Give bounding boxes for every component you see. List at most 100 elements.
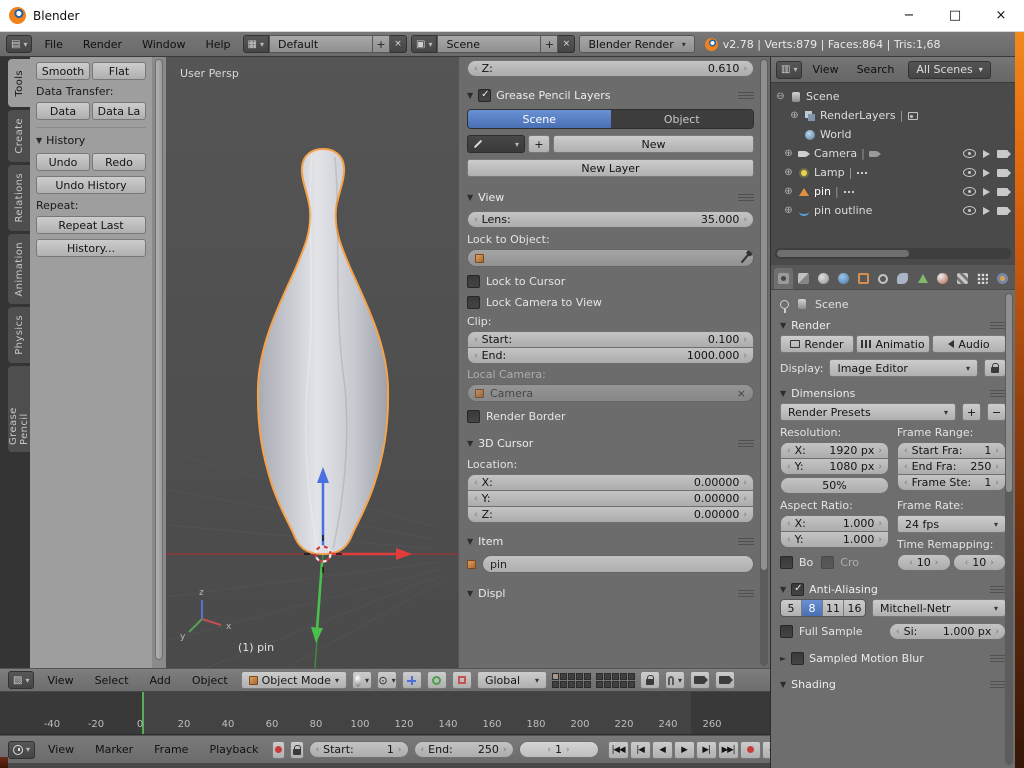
clear-icon[interactable]: × [737,387,746,400]
mode-dropdown[interactable]: Object Mode ▾ [241,671,347,689]
menu-add[interactable]: Add [142,674,179,687]
decrement-arrow-icon[interactable]: ‹ [474,510,478,520]
visibility-eye-icon[interactable] [963,149,976,158]
layer-cell[interactable] [576,681,583,688]
increment-arrow-icon[interactable]: › [743,351,747,361]
snap-toggle-button[interactable]: ▾ [665,671,685,689]
tab-world[interactable] [834,268,853,289]
render-audio-button[interactable]: Audio [932,335,1006,353]
tab-physics[interactable] [993,268,1012,289]
close-button[interactable]: × [978,0,1024,32]
aa-filter-dropdown[interactable]: Mitchell-Netr▾ [872,599,1006,617]
panel-grip-icon[interactable] [990,655,1006,663]
layer-cell[interactable] [604,681,611,688]
timeline-menu-marker[interactable]: Marker [87,743,141,756]
layer-cell[interactable] [596,681,603,688]
shade-flat-button[interactable]: Flat [92,62,146,80]
layer-cell[interactable] [628,681,635,688]
panel-grip-icon[interactable] [738,440,754,448]
next-keyframe-button[interactable]: ▶| [696,741,717,759]
panel-grip-icon[interactable] [738,590,754,598]
decrement-arrow-icon[interactable]: ‹ [474,215,478,225]
expand-icon[interactable]: ⊕ [783,186,794,197]
tab-object[interactable] [854,268,873,289]
add-preset-button[interactable]: + [962,403,981,421]
scrollbar-handle[interactable] [1006,294,1012,492]
tab-modifiers[interactable] [894,268,913,289]
layer-cell[interactable] [568,673,575,680]
display-panel-header[interactable]: ▼ Displ [467,583,754,603]
screen-layout-field[interactable]: Default [269,35,373,53]
menu-help[interactable]: Help [197,38,238,51]
scene-icon-button[interactable]: ▣▾ [411,35,437,53]
collapse-icon[interactable]: ⊖ [775,91,786,102]
visibility-eye-icon[interactable] [963,168,976,177]
renderability-camera-icon[interactable] [997,207,1008,215]
frame-step-field[interactable]: ‹Frame Ste:1› [897,474,1006,491]
menu-render[interactable]: Render [75,38,130,51]
crop-checkbox[interactable] [821,556,834,569]
item-name-field[interactable]: pin [482,555,754,573]
frame-end-field[interactable]: ‹End Fra:250› [897,458,1006,475]
motion-blur-panel-header[interactable]: ► Sampled Motion Blur [780,648,1006,668]
visibility-eye-icon[interactable] [963,206,976,215]
keying-lock-button[interactable] [290,741,304,759]
toolshelf-scrollbar[interactable] [152,57,166,668]
cursor-y-field[interactable]: ‹ Y: 0.00000 › [467,490,754,507]
border-checkbox[interactable] [780,556,793,569]
panel-grip-icon[interactable] [738,194,754,202]
tab-render[interactable] [774,268,793,289]
gizmo-y-arrow[interactable] [317,562,322,629]
view-panel-header[interactable]: ▼ View [467,187,754,207]
add-scene-button[interactable]: + [541,35,558,53]
aspect-x-field[interactable]: ‹X:1.000› [780,515,889,532]
frame-rate-dropdown[interactable]: 24 fps▾ [897,515,1006,533]
display-dropdown[interactable]: Image Editor▾ [829,359,978,377]
outliner-row-renderlayers[interactable]: ⊕ RenderLayers | [775,106,1013,125]
outliner-row-scene[interactable]: ⊖ Scene [775,87,1013,106]
timeline-ruler[interactable]: -40 -20 0 20 40 60 80 100 120 140 160 18… [0,692,770,735]
scene-field[interactable]: Scene [437,35,541,53]
timeline-menu-view[interactable]: View [40,743,82,756]
menu-select[interactable]: Select [87,674,137,687]
shade-smooth-button[interactable]: Smooth [36,62,90,80]
grease-pencil-checkbox[interactable] [478,89,491,102]
outliner-row-world[interactable]: World [775,125,1013,144]
remap-old-field[interactable]: ‹10› [897,554,951,571]
remap-new-field[interactable]: ‹10› [953,554,1007,571]
timeline-menu-playback[interactable]: Playback [201,743,266,756]
outliner-row-pin-outline[interactable]: ⊕ pin outline [775,201,1013,220]
frame-start-field[interactable]: ‹ Start: 1 › [309,741,409,758]
selectability-arrow-icon[interactable] [983,150,990,158]
properties-scrollbar[interactable] [1005,293,1013,765]
anti-aliasing-panel-header[interactable]: ▼ Anti-Aliasing [780,579,1006,599]
panel-grip-icon[interactable] [990,390,1006,398]
render-panel-header[interactable]: ▼ Render [780,315,1006,335]
panel-grip-icon[interactable] [738,538,754,546]
render-animation-button[interactable]: Animatio [856,335,930,353]
outliner-menu-view[interactable]: View [804,63,846,76]
outliner-filter-dropdown[interactable]: All Scenes ▾ [908,61,990,79]
jump-to-end-button[interactable]: ▶▶| [718,741,739,759]
gp-new-button[interactable]: New [553,135,754,153]
info-editor-type-button[interactable]: ▤▾ [6,35,32,53]
maximize-button[interactable]: □ [932,0,978,32]
increment-arrow-icon[interactable]: › [743,335,747,345]
scrollbar-handle[interactable] [761,60,767,570]
tab-material[interactable] [933,268,952,289]
resolution-percentage-slider[interactable]: 50% [780,477,889,494]
tab-object-data[interactable] [913,268,932,289]
outliner-menu-search[interactable]: Search [849,63,903,76]
tab-texture[interactable] [953,268,972,289]
lock-camera-checkbox[interactable] [467,296,480,309]
render-presets-dropdown[interactable]: Render Presets▾ [780,403,956,421]
add-screen-button[interactable]: + [373,35,390,53]
outliner-editor-type-button[interactable]: ▥▾ [776,61,802,79]
lock-interface-button[interactable] [984,359,1006,377]
gp-add-button[interactable]: + [528,135,550,153]
selectability-arrow-icon[interactable] [983,188,990,196]
layer-cell[interactable] [552,673,559,680]
expand-icon[interactable]: ⊕ [783,205,794,216]
layer-cell[interactable] [604,673,611,680]
aa-samples-11[interactable]: 11 [823,600,844,616]
